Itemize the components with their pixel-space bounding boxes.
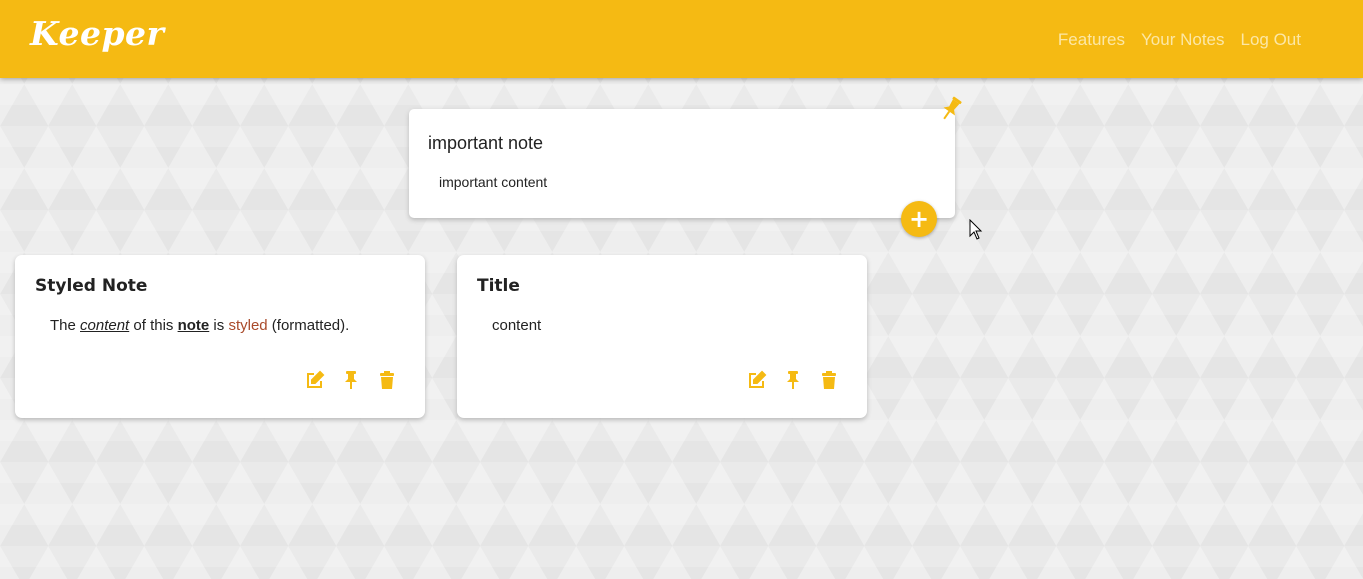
note-actions — [747, 370, 839, 390]
mouse-cursor-icon — [969, 219, 983, 240]
composer-title-input[interactable]: important note — [428, 133, 543, 154]
plus-icon: + — [908, 205, 930, 233]
note-text-italic: content — [80, 317, 130, 334]
edit-icon[interactable] — [305, 370, 325, 390]
note-text: is — [209, 317, 229, 334]
app-logo[interactable]: Keeper — [30, 14, 164, 53]
note-card: Title content — [457, 255, 867, 418]
note-composer: important note important content — [409, 109, 955, 218]
trash-icon[interactable] — [377, 370, 397, 390]
note-title: Styled Note — [35, 276, 148, 296]
edit-icon[interactable] — [747, 370, 767, 390]
pin-icon[interactable] — [783, 370, 803, 390]
main-nav: Features Your Notes Log Out — [1058, 30, 1301, 50]
note-text: of this — [129, 317, 178, 334]
composer-content-input[interactable]: important content — [439, 174, 547, 190]
add-note-button[interactable]: + — [901, 201, 937, 237]
nav-features[interactable]: Features — [1058, 30, 1125, 50]
pin-icon[interactable] — [341, 370, 361, 390]
nav-your-notes[interactable]: Your Notes — [1141, 30, 1224, 50]
note-content: The content of this note is styled (form… — [50, 317, 349, 334]
app-header: Keeper Features Your Notes Log Out — [0, 0, 1363, 78]
note-content: content — [492, 317, 542, 334]
note-text: The — [50, 317, 81, 334]
pushpin-icon[interactable] — [936, 94, 966, 124]
note-text-bold: note — [177, 317, 210, 334]
note-card: Styled Note The content of this note is … — [15, 255, 425, 418]
trash-icon[interactable] — [819, 370, 839, 390]
nav-log-out[interactable]: Log Out — [1241, 30, 1302, 50]
note-text: (formatted). — [267, 317, 350, 334]
note-actions — [305, 370, 397, 390]
note-title: Title — [477, 276, 520, 296]
note-text-colored: styled — [228, 317, 268, 334]
